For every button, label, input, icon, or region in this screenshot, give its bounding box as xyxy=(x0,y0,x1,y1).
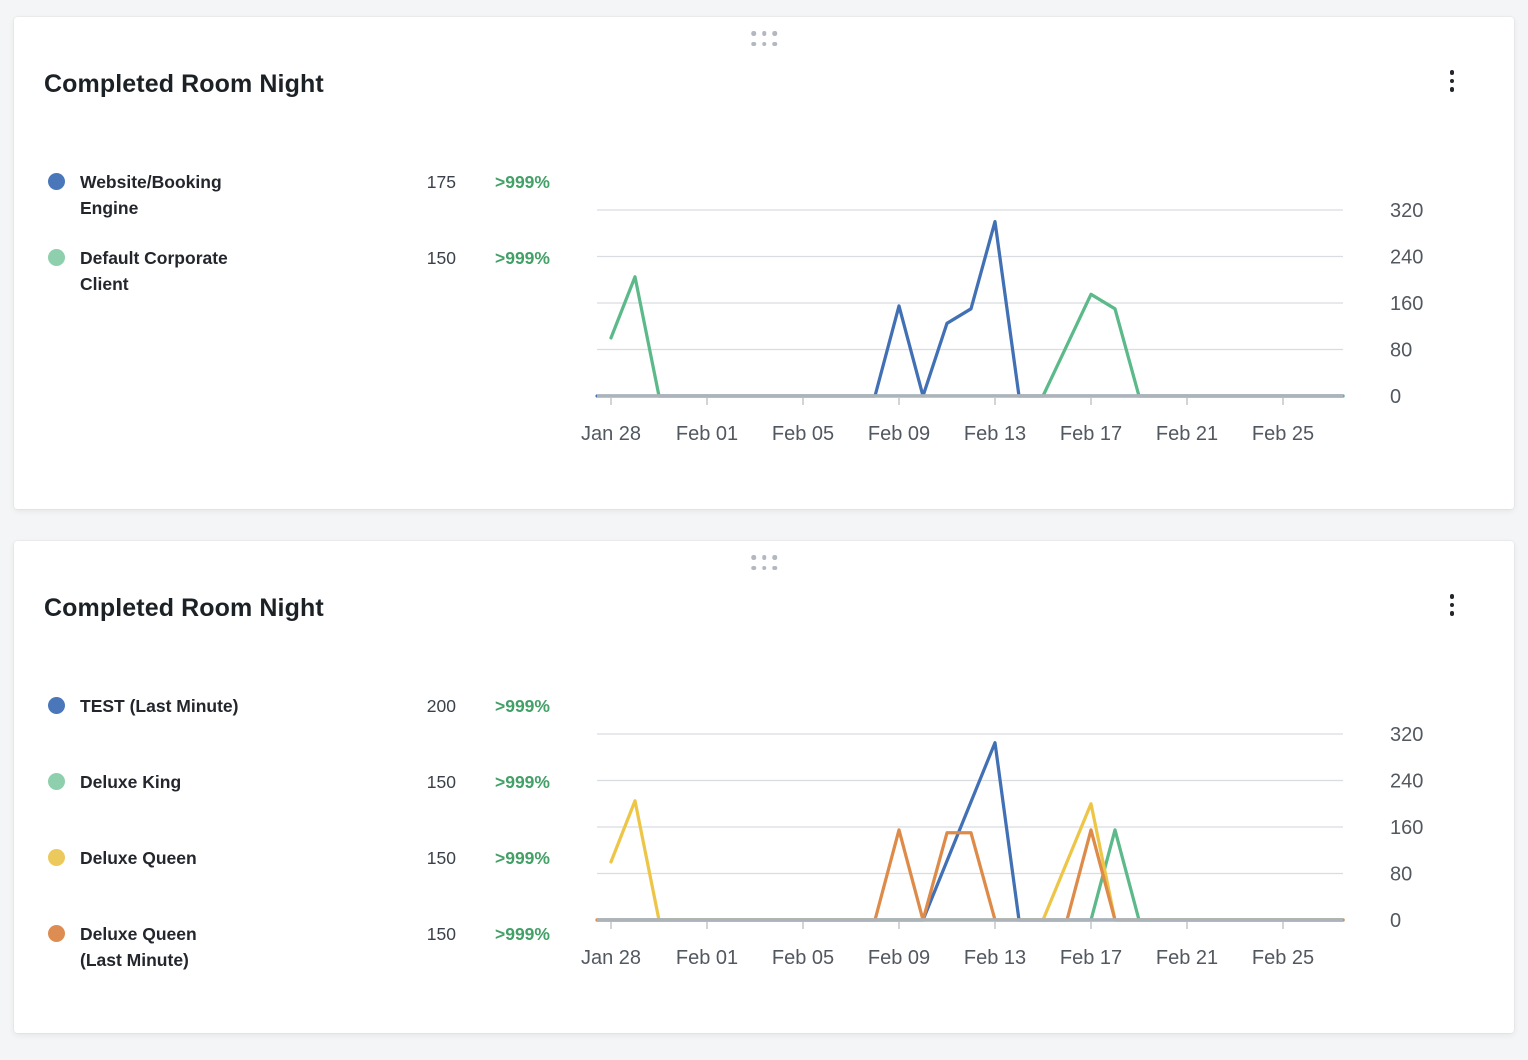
metric-card: Completed Room Night TEST (Last Minute)2… xyxy=(14,541,1514,1033)
y-tick-label: 320 xyxy=(1390,724,1423,746)
x-tick-label: Feb 05 xyxy=(772,423,834,445)
x-tick-label: Feb 05 xyxy=(772,947,834,969)
y-tick-label: 240 xyxy=(1390,247,1423,269)
x-tick-label: Feb 13 xyxy=(964,947,1026,969)
x-tick-label: Feb 01 xyxy=(676,947,738,969)
y-tick-label: 320 xyxy=(1390,200,1423,222)
x-tick-label: Jan 28 xyxy=(581,423,641,445)
series-line xyxy=(611,277,1343,396)
metric-card: Completed Room Night Website/Booking Eng… xyxy=(14,17,1514,509)
x-tick-label: Feb 25 xyxy=(1252,423,1314,445)
x-tick-label: Feb 25 xyxy=(1252,947,1314,969)
x-tick-label: Feb 17 xyxy=(1060,423,1122,445)
line-chart: Jan 28 Feb 01 Feb 05 Feb 09 Feb 13 Feb 17 Feb … xyxy=(14,541,1514,1033)
x-axis-line xyxy=(597,918,1343,921)
y-tick-label: 160 xyxy=(1390,817,1423,839)
y-tick-label: 0 xyxy=(1390,386,1401,408)
line-chart: Jan 28 Feb 01 Feb 05 Feb 09 Feb 13 Feb 17 Feb … xyxy=(14,17,1514,509)
series-line xyxy=(597,222,1343,396)
x-axis-line xyxy=(597,394,1343,397)
x-tick-label: Feb 17 xyxy=(1060,947,1122,969)
x-tick-label: Feb 09 xyxy=(868,947,930,969)
y-tick-label: 160 xyxy=(1390,293,1423,315)
x-tick-label: Feb 09 xyxy=(868,423,930,445)
x-tick-label: Jan 28 xyxy=(581,947,641,969)
x-tick-label: Feb 21 xyxy=(1156,423,1218,445)
y-tick-label: 0 xyxy=(1390,910,1401,932)
series-line xyxy=(597,830,1343,920)
x-tick-label: Feb 21 xyxy=(1156,947,1218,969)
series-line xyxy=(597,830,1343,920)
dashboard: Completed Room Night Website/Booking Eng… xyxy=(0,0,1528,1060)
x-tick-label: Feb 01 xyxy=(676,423,738,445)
y-tick-label: 80 xyxy=(1390,864,1412,886)
x-tick-label: Feb 13 xyxy=(964,423,1026,445)
y-tick-label: 80 xyxy=(1390,340,1412,362)
y-tick-label: 240 xyxy=(1390,771,1423,793)
